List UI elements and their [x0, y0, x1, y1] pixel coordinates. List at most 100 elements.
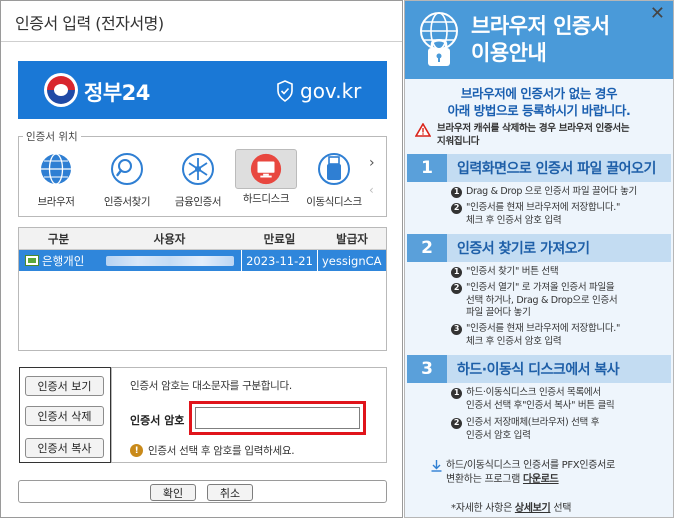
- step-number: 1: [451, 267, 462, 278]
- cert-row-icon: [25, 255, 39, 266]
- location-label: 이동식디스크: [306, 196, 362, 208]
- step-line: "인증서 열기" 로 가져올 인증서 파일을: [466, 282, 615, 293]
- view-cert-button[interactable]: 인증서 보기: [25, 376, 104, 396]
- step-line: 선택 하거나, Drag & Drop으로 인증서: [466, 294, 618, 306]
- step-item: 1 하드·이동식디스크 인증서 목록에서 인증서 선택 후"인증서 복사" 버튼…: [451, 387, 669, 412]
- cell-issuer: yessignCA ...: [322, 253, 386, 268]
- section-title: 인증서 찾기로 가져오기: [457, 241, 590, 257]
- col-header-issuer[interactable]: 발급자: [318, 228, 386, 249]
- delete-cert-button[interactable]: 인증서 삭제: [25, 406, 104, 426]
- cert-location-label: 인증서 위치: [23, 129, 81, 144]
- location-label: 금융인증서: [174, 196, 222, 208]
- step-item: 1 Drag & Drop 으로 인증서 파일 끌어다 놓기: [451, 186, 669, 199]
- cancel-button[interactable]: 취소: [207, 484, 253, 501]
- guide-title-line2: 이용안내: [471, 41, 547, 65]
- table-row[interactable]: 은행개인 2023-11-21 yessignCA ...: [19, 250, 386, 272]
- user-name-redacted: [105, 255, 234, 266]
- copy-cert-button[interactable]: 인증서 복사: [25, 438, 104, 458]
- guide-title: 브라우저 인증서 이용안내: [471, 13, 610, 67]
- password-hint: ! 인증서 선택 후 암호를 입력하세요.: [130, 443, 295, 458]
- guide-header: 브라우저 인증서 이용안내 ✕: [405, 1, 673, 79]
- table-header: 구분 사용자 만료일 발급자: [19, 228, 386, 250]
- globe-lock-icon: [420, 12, 458, 66]
- password-hint-text: 인증서 선택 후 암호를 입력하세요.: [148, 445, 295, 457]
- location-label: 하드디스크: [242, 193, 290, 205]
- browser-cert-guide: 브라우저 인증서 이용안내 ✕ 브라우저에 인증서가 없는 경우 아래 방법으로…: [404, 0, 674, 518]
- section-1-header: 1 입력화면으로 인증서 파일 끌어오기: [407, 154, 671, 182]
- hard-disk-icon: [250, 153, 282, 185]
- section-2-header: 2 인증서 찾기로 가져오기: [407, 234, 671, 262]
- detail-suffix: 선택: [550, 503, 572, 514]
- step-line: 인증서 암호 입력: [466, 429, 531, 441]
- warning-line1: 브라우저 캐쉬를 삭제하는 경우 브라우저 인증서는: [437, 123, 630, 134]
- password-input[interactable]: [195, 407, 360, 429]
- col-header-user[interactable]: 사용자: [98, 228, 241, 249]
- col-header-type[interactable]: 구분: [19, 228, 98, 249]
- step-line: 체크 후 인증서 암호 입력: [466, 214, 562, 226]
- cert-dialog: 인증서 입력 (전자서명) 정부24 gov.kr 인증서 위치 브라우저 인증…: [0, 0, 403, 518]
- guide-title-line1: 브라우저 인증서: [471, 14, 610, 38]
- detail-prefix: *자세한 사항은: [451, 503, 515, 514]
- section-number: 1: [407, 154, 447, 182]
- cert-location-group: 인증서 위치 브라우저 인증서찾기 금융인증서 하드디스크 이동식디스크 › ‹: [18, 129, 387, 217]
- location-hard-disk[interactable]: 하드디스크: [231, 149, 301, 207]
- step-line: 하드·이동식디스크 인증서 목록에서: [466, 387, 601, 398]
- cert-action-buttons: 인증서 보기 인증서 삭제 인증서 복사: [19, 367, 111, 463]
- location-browser[interactable]: 브라우저: [21, 149, 91, 208]
- step-line: "인증서를 현재 브라우저에 저장합니다.": [466, 202, 621, 213]
- location-prev-arrow[interactable]: ‹: [369, 183, 374, 197]
- step-item: 1 "인증서 찾기" 버튼 선택: [451, 266, 669, 279]
- cell-type: 은행개인: [19, 250, 98, 271]
- password-highlight-box: [189, 401, 366, 435]
- password-label: 인증서 암호: [130, 414, 185, 427]
- usb-icon: [318, 153, 350, 185]
- cell-type-text: 은행개인: [42, 253, 85, 268]
- gov-emblem-icon: [44, 73, 78, 107]
- location-financial-cert[interactable]: 금융인증서: [163, 149, 233, 208]
- detail-link[interactable]: 상세보기: [515, 503, 551, 514]
- dialog-title: 인증서 입력 (전자서명): [15, 14, 164, 33]
- section-3-header: 3 하드·이동식 디스크에서 복사: [407, 355, 671, 383]
- dialog-footer: 확인 취소: [18, 480, 387, 503]
- step-line: 인증서 선택 후"인증서 복사" 버튼 클릭: [466, 399, 615, 411]
- step-line: 체크 후 인증서 암호 입력: [466, 335, 562, 347]
- guide-intro: 브라우저에 인증서가 없는 경우 아래 방법으로 등록하시기 바랍니다.: [405, 85, 673, 119]
- download-prefix: 변환하는 프로그램: [446, 474, 523, 485]
- step-line: "인증서 찾기" 버튼 선택: [466, 266, 559, 277]
- title-divider: [1, 41, 402, 42]
- cache-warning: 브라우저 캐쉬를 삭제하는 경우 브라우저 인증서는 지워집니다: [415, 122, 665, 148]
- location-search-cert[interactable]: 인증서찾기: [92, 149, 162, 208]
- step-line: Drag & Drop 으로 인증서 파일 끌어다 놓기: [466, 186, 637, 197]
- close-icon[interactable]: ✕: [650, 5, 665, 23]
- step-number: 1: [451, 187, 462, 198]
- info-icon: !: [130, 444, 143, 457]
- intro-line1: 브라우저에 인증서가 없는 경우: [460, 86, 618, 101]
- step-number: 2: [451, 283, 462, 294]
- ok-button[interactable]: 확인: [150, 484, 196, 501]
- col-header-expiry[interactable]: 만료일: [241, 228, 318, 249]
- shield-check-icon: [277, 80, 293, 102]
- step-line: 파일 끌어다 놓기: [466, 307, 531, 318]
- globe-icon: [41, 153, 71, 185]
- step-item: 2 인증서 저장매체(브라우저) 선택 후 인증서 암호 입력: [451, 417, 669, 442]
- section-number: 3: [407, 355, 447, 383]
- search-icon: [111, 153, 143, 185]
- step-item: 3 "인증서를 현재 브라우저에 저장합니다." 체크 후 인증서 암호 입력: [451, 323, 669, 348]
- step-number: 3: [451, 324, 462, 335]
- download-link[interactable]: 다운로드: [523, 474, 559, 485]
- location-label: 브라우저: [37, 196, 75, 208]
- cell-expiry: 2023-11-21: [241, 250, 318, 271]
- location-usb[interactable]: 이동식디스크: [299, 149, 369, 208]
- password-case-note: 인증서 암호는 대소문자를 구분합니다.: [130, 380, 292, 392]
- pfx-download-note: 하드/이동식디스크 인증서를 PFX인증서로 변환하는 프로그램 다운로드: [431, 459, 667, 487]
- financial-cert-icon: [182, 153, 214, 185]
- domain-text: gov.kr: [300, 79, 362, 103]
- step-item: 2 "인증서 열기" 로 가져올 인증서 파일을 선택 하거나, Drag & …: [451, 282, 669, 320]
- location-label: 인증서찾기: [103, 196, 151, 208]
- detail-note: *자세한 사항은 상세보기 선택: [451, 499, 571, 514]
- section-title: 하드·이동식 디스크에서 복사: [457, 362, 620, 378]
- download-line1: 하드/이동식디스크 인증서를 PFX인증서로: [446, 460, 615, 471]
- step-number: 2: [451, 418, 462, 429]
- step-number: 1: [451, 388, 462, 399]
- location-next-arrow[interactable]: ›: [369, 155, 375, 171]
